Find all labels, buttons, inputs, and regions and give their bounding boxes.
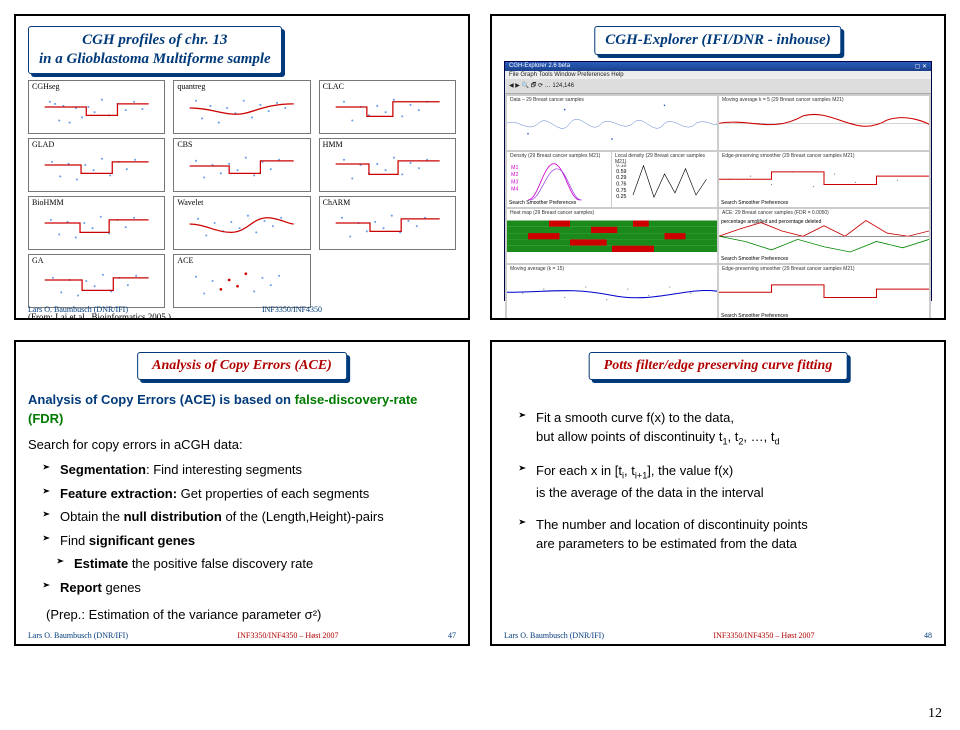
slide4-footer-mid: INF3350/INF4350 – Høst 2007 — [713, 631, 814, 640]
point-fit: Fit a smooth curve f(x) to the data, but… — [522, 408, 932, 450]
toolbar[interactable]: ◀ ▶ 🔍 🗗 ⟳ … 124,146 — [505, 79, 931, 94]
item-significant-genes: Find significant genes — [46, 531, 456, 551]
panel-wavelet: Wavelet — [173, 196, 310, 250]
page-number: 12 — [928, 706, 942, 722]
panel-heatmap: Heat map (29 Breast cancer samples) — [507, 209, 717, 264]
slide3-footer-right: 47 — [448, 631, 456, 640]
slide3-list: Segmentation: Find interesting segments … — [28, 460, 456, 597]
panel-empty — [319, 254, 456, 308]
app-window: CGH-Explorer 2.6 beta ▢ ✕ File Graph Too… — [504, 61, 932, 301]
slide-ace: Analysis of Copy Errors (ACE) Analysis o… — [14, 340, 470, 646]
panel-charm: ChARM — [319, 196, 456, 250]
slide1-title-box: CGH profiles of chr. 13 in a Glioblastom… — [28, 26, 282, 74]
panel-moving-avg-5: Moving average k = 5 (29 Breast cancer s… — [719, 96, 929, 151]
svg-text:M2: M2 — [511, 172, 518, 178]
panel-edge-preserving: Edge-preserving smoother (29 Breast canc… — [719, 152, 929, 207]
panel-clac: CLAC — [319, 80, 456, 134]
slide1-title: CGH profiles of chr. 13 in a Glioblastom… — [28, 26, 282, 74]
panel-ga: GA — [28, 254, 165, 308]
item-null-dist: Obtain the null distribution of the (Len… — [46, 507, 456, 527]
panel-cghseg: CGHseg — [28, 80, 165, 134]
item-feature-extraction: Feature extraction: Get properties of ea… — [46, 484, 456, 504]
slide2-title-box: CGH-Explorer (IFI/DNR - inhouse) — [594, 26, 841, 55]
panel-edge2: Edge-preserving smoother (29 Breast canc… — [719, 265, 929, 320]
panel-ace: ACE — [173, 254, 310, 308]
window-controls-icon[interactable]: ▢ ✕ — [915, 63, 927, 70]
app-titlebar: CGH-Explorer 2.6 beta ▢ ✕ — [505, 62, 931, 71]
panel-quantreg: quantreg — [173, 80, 310, 134]
svg-text:0.25: 0.25 — [616, 194, 626, 200]
point-params: The number and location of discontinuity… — [522, 515, 932, 554]
methods-panel-grid: CGHseg quantreg CLAC GLAD CBS — [28, 80, 456, 308]
svg-text:M1: M1 — [511, 165, 518, 171]
panel-moving-avg-15: Moving average (k = 15) — [507, 265, 717, 320]
slide2-title: CGH-Explorer (IFI/DNR - inhouse) — [594, 26, 841, 55]
svg-text:0.29: 0.29 — [616, 176, 626, 182]
slide3-heading: Analysis of Copy Errors (ACE) is based o… — [28, 390, 456, 429]
slide3-footer-mid: INF3350/INF4350 – Høst 2007 — [237, 631, 338, 640]
item-segmentation: Segmentation: Find interesting segments — [46, 460, 456, 480]
svg-text:M4: M4 — [511, 187, 518, 193]
panel-hmm: HMM — [319, 138, 456, 192]
slide-potts: Potts filter/edge preserving curve fitti… — [490, 340, 946, 646]
panel-data: Data – 29 Breast cancer samples — [507, 96, 717, 151]
slide3-prep: (Prep.: Estimation of the variance param… — [28, 605, 456, 625]
slide3-footer-left: Lars O. Baumbusch (DNR/IFI) — [28, 631, 128, 640]
panel-glad: GLAD — [28, 138, 165, 192]
slide1-footer-left: Lars O. Baumbusch (DNR/IFI) — [28, 305, 128, 314]
item-report: Report genes — [46, 578, 456, 598]
svg-text:M3: M3 — [511, 180, 518, 186]
slide4-title: Potts filter/edge preserving curve fitti… — [589, 352, 848, 380]
slide3-subheading: Search for copy errors in aCGH data: — [28, 435, 456, 455]
slide1-footer-mid: INF3350/INF4350 — [262, 305, 322, 314]
slide4-footer-left: Lars O. Baumbusch (DNR/IFI) — [504, 631, 604, 640]
slide4-title-box: Potts filter/edge preserving curve fitti… — [589, 352, 848, 380]
slide4-list: Fit a smooth curve f(x) to the data, but… — [504, 408, 932, 554]
panel-density-row: Density (29 Breast cancer samples M21) S… — [507, 152, 717, 207]
panel-cbs: CBS — [173, 138, 310, 192]
slide4-footer-right: 48 — [924, 631, 932, 640]
panel-biohmm: BioHMM — [28, 196, 165, 250]
slide3-title-box: Analysis of Copy Errors (ACE) — [137, 352, 347, 380]
item-estimate: Estimate the positive false discovery ra… — [60, 554, 456, 574]
app-title-text: CGH-Explorer 2.6 beta — [509, 63, 570, 70]
slide3-title: Analysis of Copy Errors (ACE) — [137, 352, 347, 380]
panel-ace: ACE: 29 Breast cancer samples (FDR = 0.0… — [719, 209, 929, 264]
svg-text:0.76: 0.76 — [616, 182, 626, 188]
slide-cgh-profiles: CGH profiles of chr. 13 in a Glioblastom… — [14, 14, 470, 320]
menubar[interactable]: File Graph Tools Window Preferences Help — [505, 71, 931, 79]
svg-text:0.59: 0.59 — [616, 169, 626, 175]
slide-cgh-explorer: CGH-Explorer (IFI/DNR - inhouse) CGH-Exp… — [490, 14, 946, 320]
point-interval: For each x in [ti, ti+1], the value f(x)… — [522, 461, 932, 503]
svg-text:0.75: 0.75 — [616, 188, 626, 194]
